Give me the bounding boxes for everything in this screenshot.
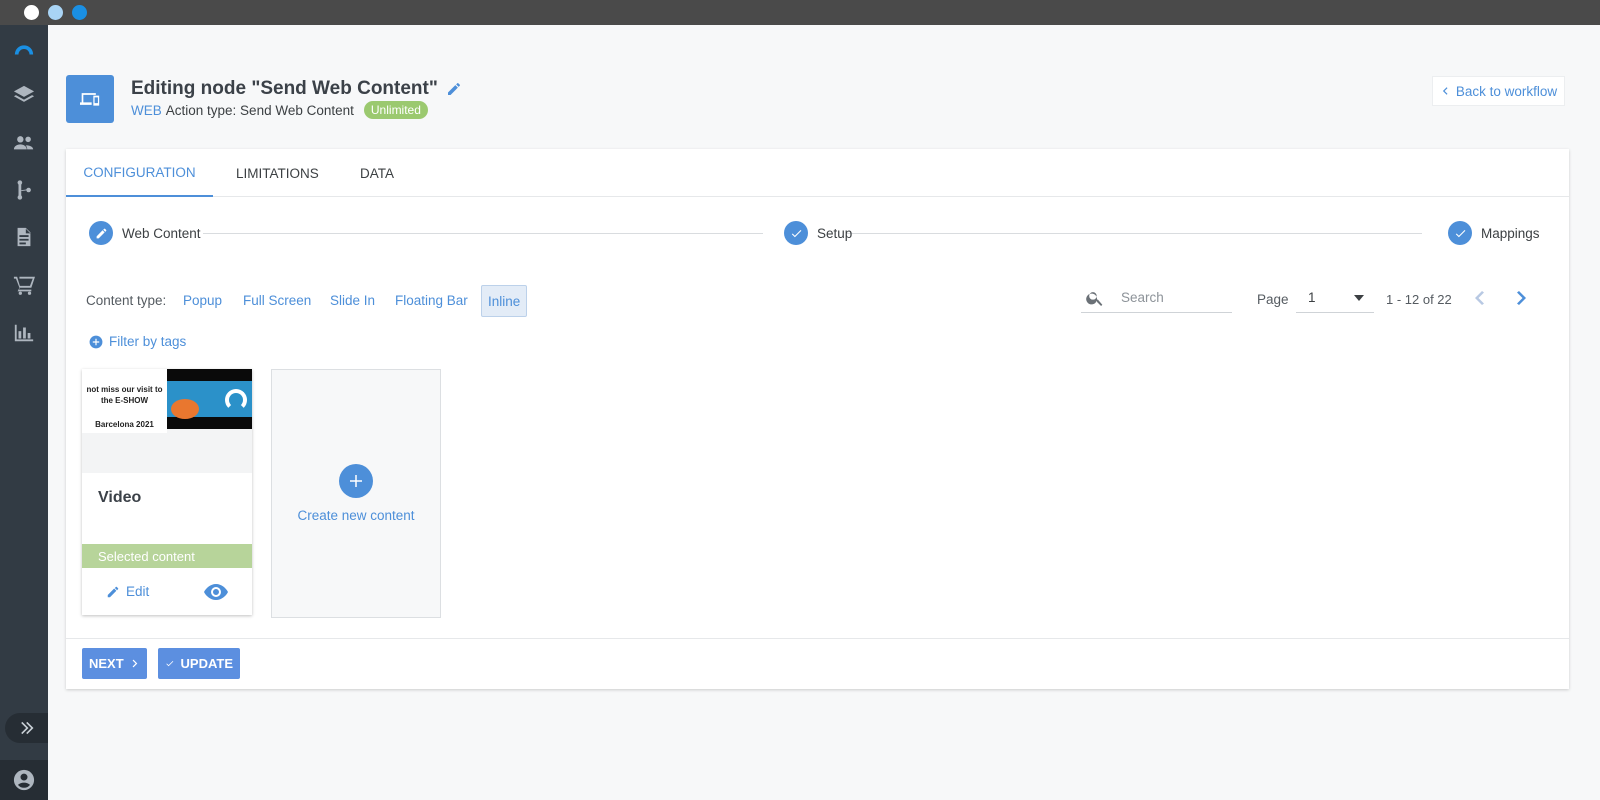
window-titlebar	[0, 0, 1600, 25]
thumbnail-text: the E-SHOW	[100, 396, 149, 405]
previous-page-button[interactable]	[1469, 288, 1489, 308]
check-icon	[166, 660, 174, 667]
user-circle-icon[interactable]	[0, 760, 48, 800]
logo-icon[interactable]	[12, 37, 36, 61]
filter-by-tags-label: Filter by tags	[109, 334, 187, 349]
pencil-icon	[107, 586, 119, 597]
pencil-icon[interactable]	[446, 81, 462, 97]
thumbnail-logo-arc	[225, 389, 247, 411]
thumbnail-text: not miss our visit to	[86, 385, 163, 394]
tab-configuration[interactable]: CONFIGURATION	[66, 149, 213, 197]
editor-card: CONFIGURATION LIMITATIONS DATA Web Conte…	[66, 149, 1569, 689]
step-label: Web Content	[122, 225, 201, 241]
status-badge: Unlimited	[363, 101, 428, 119]
page-select-value: 1	[1308, 290, 1316, 305]
chevron-right-icon	[1517, 291, 1526, 305]
window-minimize-button[interactable]	[48, 5, 63, 20]
edit-content-button[interactable]: Edit	[106, 584, 149, 599]
caret-down-icon	[1354, 294, 1364, 301]
page-title: Editing node "Send Web Content"	[131, 78, 462, 100]
next-button[interactable]: NEXT	[82, 648, 147, 679]
layers-icon[interactable]	[12, 83, 36, 107]
workflow-icon[interactable]	[12, 178, 36, 202]
preview-content-button[interactable]	[204, 582, 228, 602]
search-input[interactable]	[1121, 290, 1221, 305]
step-mappings[interactable]: Mappings	[1448, 221, 1540, 245]
tab-data[interactable]: DATA	[360, 149, 394, 197]
document-icon[interactable]	[12, 225, 36, 249]
page-label: Page	[1257, 292, 1289, 307]
page-select[interactable]: 1	[1296, 283, 1374, 313]
thumbnail-text-panel: not miss our visit to the E-SHOW Barcelo…	[82, 369, 167, 433]
thumbnail-video-frame	[167, 369, 252, 429]
create-new-content-label: Create new content	[297, 508, 415, 523]
step-label: Setup	[817, 225, 853, 241]
channel-label[interactable]: WEB	[131, 103, 162, 118]
stepper-line	[847, 233, 1422, 234]
next-page-button[interactable]	[1512, 288, 1532, 308]
chart-icon[interactable]	[12, 321, 36, 345]
cart-icon[interactable]	[12, 273, 36, 297]
step-setup[interactable]: Setup	[784, 221, 852, 245]
selected-content-banner: Selected content	[82, 544, 252, 568]
content-type-label: Content type:	[86, 293, 167, 308]
content-title: Video	[98, 489, 142, 506]
search-box	[1081, 283, 1232, 313]
content-type-inline[interactable]: Inline	[481, 285, 528, 317]
content-card[interactable]: not miss our visit to the E-SHOW Barcelo…	[82, 369, 252, 615]
users-icon[interactable]	[12, 131, 36, 155]
window-maximize-button[interactable]	[72, 5, 87, 20]
footer-divider	[66, 638, 1569, 639]
step-web-content[interactable]: Web Content	[89, 221, 201, 245]
plus-circle-icon	[89, 335, 103, 348]
pencil-icon	[89, 221, 113, 245]
left-rail	[0, 25, 48, 800]
content-type-floating-bar[interactable]: Floating Bar	[395, 293, 468, 308]
tab-bar: CONFIGURATION LIMITATIONS DATA	[66, 149, 1569, 197]
check-icon	[784, 221, 808, 245]
web-node-icon	[66, 75, 114, 123]
content-type-full-screen[interactable]: Full Screen	[243, 293, 311, 308]
eye-icon	[204, 584, 228, 600]
action-type-label: Action type: Send Web Content	[165, 102, 354, 118]
check-icon	[1448, 221, 1472, 245]
node-subline: WEB Action type: Send Web Content Unlimi…	[131, 101, 428, 119]
stepper-line	[203, 233, 763, 234]
edit-label: Edit	[126, 584, 150, 599]
content-type-popup[interactable]: Popup	[183, 293, 222, 308]
back-to-workflow-button[interactable]: Back to workflow	[1432, 76, 1565, 106]
page-title-text: Editing node "Send Web Content"	[131, 78, 438, 99]
content-thumbnail: not miss our visit to the E-SHOW Barcelo…	[82, 369, 252, 473]
plus-icon	[339, 464, 373, 498]
search-icon	[1086, 291, 1103, 306]
tab-limitations[interactable]: LIMITATIONS	[236, 149, 319, 197]
next-button-label: NEXT	[89, 656, 124, 671]
chevron-right-icon	[132, 659, 137, 668]
pagination-range: 1 - 12 of 22	[1386, 292, 1452, 307]
thumbnail-text: Barcelona 2021	[95, 420, 154, 429]
thumbnail-blob	[171, 399, 199, 419]
chevron-left-icon	[1475, 291, 1484, 305]
filter-by-tags-button[interactable]: Filter by tags	[89, 334, 186, 349]
create-new-content-card[interactable]: Create new content	[271, 369, 441, 618]
content-type-slide-in[interactable]: Slide In	[330, 293, 375, 308]
step-label: Mappings	[1481, 225, 1540, 241]
window-close-button[interactable]	[24, 5, 39, 20]
back-to-workflow-label: Back to workflow	[1455, 83, 1558, 99]
update-button[interactable]: UPDATE	[158, 648, 240, 679]
chevron-left-icon	[1442, 87, 1448, 95]
double-chevron-right-icon[interactable]	[5, 713, 48, 743]
update-button-label: UPDATE	[180, 656, 233, 671]
